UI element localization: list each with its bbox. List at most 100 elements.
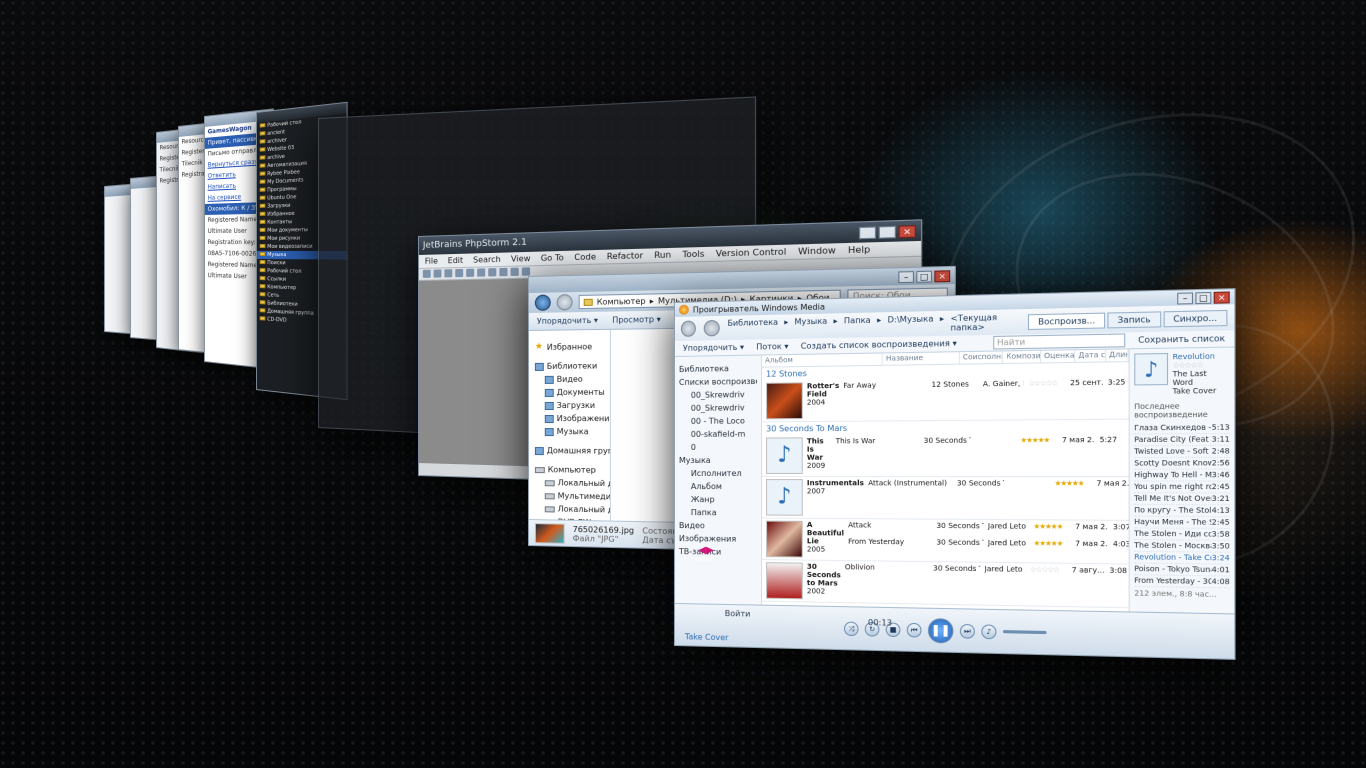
find-icon[interactable] bbox=[499, 267, 508, 277]
maximize-button[interactable]: □ bbox=[916, 270, 933, 283]
undo-icon[interactable] bbox=[444, 269, 453, 278]
breadcrumb-item[interactable]: Музыка bbox=[794, 317, 827, 336]
playlist-item[interactable]: Scotty Doesnt Know - Lustra2:56 bbox=[1134, 457, 1230, 470]
table-row[interactable]: Far Away 12 Stones A. Gainer, D... ☆☆☆☆☆ 25 … bbox=[843, 378, 1129, 390]
playlist-item[interactable]: По кругу - The Stolen 4:13 bbox=[1134, 504, 1230, 518]
run-icon[interactable] bbox=[510, 267, 519, 277]
search-input[interactable]: Найти bbox=[992, 333, 1125, 350]
media-player-window[interactable]: Проигрыватель Windows Media – □ × Библио… bbox=[674, 288, 1236, 660]
nav-item[interactable]: 00 - The Loco bbox=[679, 414, 757, 428]
column-header[interactable]: Альбом bbox=[762, 353, 883, 367]
minimize-button[interactable]: – bbox=[898, 270, 915, 283]
nav-item[interactable]: Компьютер bbox=[531, 463, 608, 477]
album-row[interactable]: A Beautiful Lie2005 Attack 30 Seconds T...… bbox=[762, 519, 1130, 564]
menu-item[interactable]: File bbox=[425, 256, 438, 265]
close-button[interactable]: × bbox=[934, 269, 951, 282]
nav-item[interactable]: Локальный диск bbox=[531, 476, 611, 490]
open-icon[interactable] bbox=[422, 269, 431, 278]
minimize-button[interactable]: – bbox=[858, 225, 877, 239]
nav-item[interactable]: Видео bbox=[679, 519, 757, 533]
table-row[interactable]: From Yesterday 30 Seconds T... Jared Leto ★… bbox=[848, 538, 1130, 549]
back-button[interactable] bbox=[680, 320, 697, 337]
menu-item[interactable]: Version Control bbox=[716, 247, 786, 259]
maximize-button[interactable]: □ bbox=[878, 225, 896, 239]
playlist-item[interactable]: Twisted Love - Soft Cell2:48 bbox=[1134, 445, 1230, 459]
track-rating[interactable]: ★★★★★ bbox=[1033, 522, 1070, 531]
track-rating[interactable]: ☆☆☆☆☆ bbox=[1028, 379, 1065, 388]
track-rating[interactable]: ★★★★★ bbox=[1054, 479, 1092, 488]
track-rating[interactable]: ★★★★★ bbox=[1033, 539, 1070, 548]
column-header[interactable]: Оценка bbox=[1040, 350, 1076, 363]
maximize-button[interactable]: □ bbox=[1195, 291, 1212, 304]
playlist-item[interactable]: Tell Me It's Not Over - Starsailor3:21 bbox=[1134, 493, 1230, 506]
nav-item[interactable]: Мультимедиа (D: bbox=[531, 489, 611, 503]
menu-item[interactable]: Search bbox=[473, 255, 501, 265]
nav-item[interactable]: Библиотека bbox=[679, 362, 757, 376]
table-row[interactable]: Attack (Instrumental) 30 Seconds T... ★★★★… bbox=[868, 479, 1130, 488]
nav-item[interactable]: Домашняя группа bbox=[531, 444, 611, 458]
menu-item[interactable]: Code bbox=[574, 252, 596, 262]
menu-item[interactable]: Help bbox=[848, 245, 870, 256]
nav-item[interactable]: Исполнител bbox=[679, 467, 757, 480]
playlist-item[interactable]: From Yesterday - 30 Seconds to ...4:08 bbox=[1134, 575, 1230, 589]
nav-item[interactable]: Музыка bbox=[531, 425, 608, 438]
back-button[interactable] bbox=[534, 294, 551, 311]
menu-item[interactable]: Edit bbox=[448, 256, 463, 265]
shuffle-icon[interactable]: ⤨ bbox=[843, 621, 859, 636]
command-button[interactable]: Упорядочить ▾ bbox=[683, 343, 744, 353]
playlist-item[interactable]: The Stolen - Москва - The Stolen3:50 bbox=[1134, 540, 1230, 553]
table-row[interactable]: This Is War 30 Seconds T... ★★★★★ 7 мая 2..… bbox=[836, 436, 1124, 446]
nav-item[interactable]: 00_Skrewdriv bbox=[679, 401, 757, 415]
breadcrumb[interactable]: Библиотека ▸ Музыка ▸ Папка ▸ D:\Музыка ▸ <Текущ… bbox=[727, 312, 1019, 337]
nav-item[interactable]: Музыка bbox=[679, 454, 757, 467]
column-header[interactable]: Название bbox=[882, 352, 960, 365]
playlist-item[interactable]: Научи Меня - The Stolen 2:45 bbox=[1134, 516, 1230, 530]
tab-2[interactable]: Синхро... bbox=[1163, 309, 1228, 327]
column-header[interactable]: Дата со... bbox=[1075, 349, 1106, 362]
nav-item[interactable]: 00_Skrewdriv bbox=[679, 388, 757, 402]
track-rating[interactable]: ★★★★★ bbox=[1020, 436, 1057, 445]
nav-item[interactable]: Жанр bbox=[679, 493, 757, 506]
tab-0[interactable]: Воспроизв... bbox=[1028, 312, 1106, 330]
nav-item[interactable]: Загрузки bbox=[531, 399, 608, 412]
redo-icon[interactable] bbox=[455, 268, 464, 278]
nav-item[interactable]: Альбом bbox=[679, 480, 757, 493]
breadcrumb-item[interactable]: <Текущая папка> bbox=[951, 312, 1020, 333]
close-button[interactable]: × bbox=[1213, 290, 1230, 304]
minimize-button[interactable]: – bbox=[1177, 291, 1194, 305]
command-button[interactable]: Упорядочить ▾ bbox=[537, 316, 598, 326]
breadcrumb-item[interactable]: Папка bbox=[844, 316, 871, 335]
menu-item[interactable]: View bbox=[511, 254, 530, 264]
forward-button[interactable] bbox=[704, 319, 720, 337]
table-row[interactable]: Oblivion 30 Seconds T... Jared Leto ☆☆☆☆☆ 7 … bbox=[845, 563, 1130, 575]
column-header[interactable]: Длина bbox=[1105, 349, 1129, 362]
nav-item[interactable]: Изображения bbox=[679, 532, 757, 546]
nav-item[interactable]: Документы bbox=[531, 386, 608, 399]
breadcrumb-item[interactable]: Компьютер bbox=[597, 296, 646, 306]
command-button[interactable]: Создать список воспроизведения ▾ bbox=[801, 339, 957, 351]
column-header[interactable]: Композитор bbox=[1002, 350, 1041, 363]
breadcrumb-item[interactable]: Библиотека bbox=[727, 318, 778, 337]
nav-item[interactable]: Папка bbox=[679, 506, 757, 520]
next-icon[interactable]: ⏭ bbox=[959, 623, 975, 639]
save-icon[interactable] bbox=[433, 269, 442, 278]
command-button[interactable]: Поток ▾ bbox=[756, 342, 788, 352]
nav-item[interactable]: ★ Избранное bbox=[531, 340, 608, 354]
cut-icon[interactable] bbox=[466, 268, 475, 277]
nav-item[interactable]: Изображения bbox=[531, 412, 611, 425]
menu-item[interactable]: Window bbox=[798, 246, 836, 257]
table-row[interactable]: Attack 30 Seconds T... Jared Leto ★★★★★ 7 ма… bbox=[848, 521, 1130, 531]
close-button[interactable]: × bbox=[898, 224, 916, 238]
menu-item[interactable]: Run bbox=[654, 250, 671, 260]
mute-icon[interactable]: ♪ bbox=[981, 623, 997, 639]
menu-item[interactable]: Refactor bbox=[607, 251, 643, 261]
menu-item[interactable]: Go To bbox=[541, 253, 564, 263]
nav-item[interactable]: 0 bbox=[679, 441, 757, 454]
album-row[interactable]: ♪This Is War2009This Is War30 Seconds T.… bbox=[762, 434, 1129, 477]
breadcrumb-item[interactable]: D:\Музыка bbox=[888, 314, 934, 334]
album-row[interactable]: Rotter's Field 2004 Far Away 12 Stones A. Ga… bbox=[762, 376, 1129, 421]
playlist-item[interactable]: The Stolen - Иди со мной3:58 bbox=[1134, 528, 1230, 541]
track-rating[interactable]: ☆☆☆☆☆ bbox=[1030, 565, 1067, 574]
column-header[interactable]: Соисполнит... bbox=[959, 351, 1003, 364]
playlist-item[interactable]: You spin me right round - Marily...2:45 bbox=[1134, 481, 1230, 494]
